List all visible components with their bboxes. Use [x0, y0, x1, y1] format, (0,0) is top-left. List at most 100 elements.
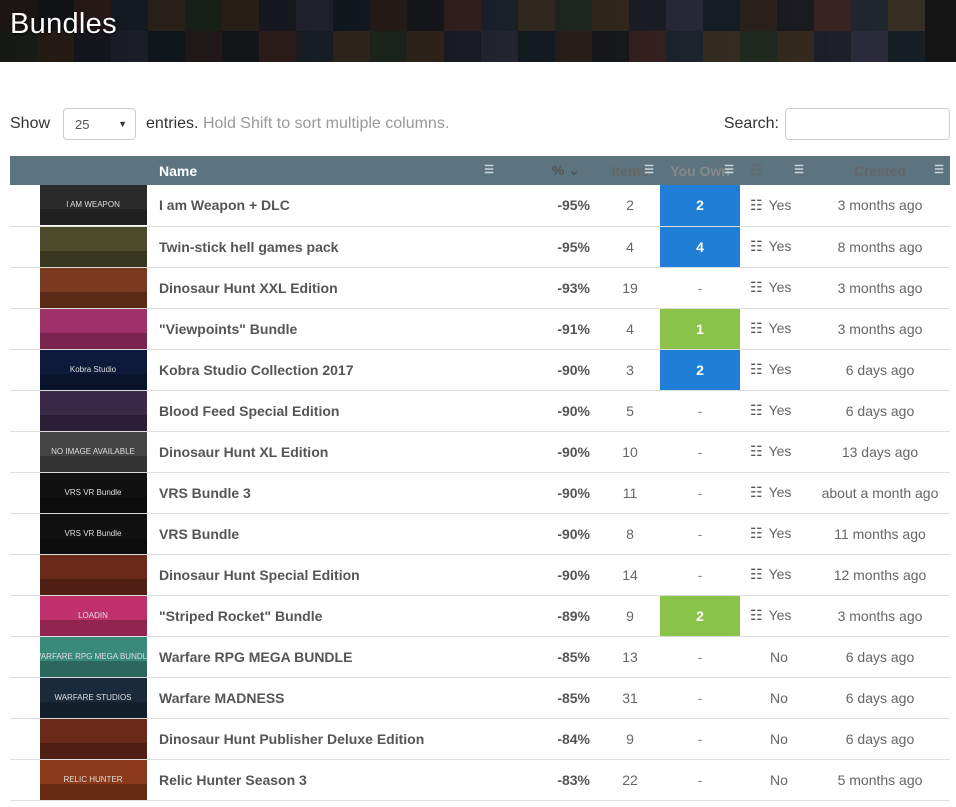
discount-percent: -90% [557, 566, 590, 583]
bundle-name[interactable]: "Viewpoints" Bundle [157, 308, 500, 349]
discount-percent: -95% [557, 197, 590, 214]
thumbnail-cell [10, 226, 157, 267]
owned-count: 4 [660, 226, 740, 267]
bundle-thumbnail[interactable] [40, 718, 147, 759]
bundle-name[interactable]: Dinosaur Hunt Publisher Deluxe Edition [157, 718, 500, 759]
bundle-name[interactable]: Blood Feed Special Edition [157, 390, 500, 431]
bundle-thumbnail[interactable]: VRS VR Bundle [40, 472, 147, 513]
bundle-name[interactable]: Warfare RPG MEGA BUNDLE [157, 636, 500, 677]
created-date: 6 days ago [845, 689, 915, 706]
item-count: 4 [626, 238, 634, 255]
bundle-name[interactable]: Relic Hunter Season 3 [157, 759, 500, 800]
bundle-thumbnail[interactable]: NO IMAGE AVAILABLE [40, 431, 147, 472]
thumbnail-caption: WARFARE STUDIOS [54, 693, 131, 702]
list-icon: ☷ [750, 402, 763, 418]
thumbnail-caption: I AM WEAPON [66, 200, 120, 209]
table-row[interactable]: I AM WEAPON I am Weapon + DLC -95% 2 2 ☷ Yes 3 … [10, 185, 950, 226]
table-row[interactable]: WARFARE STUDIOS Warfare MADNESS -85% 31 - No 6… [10, 677, 950, 718]
header-wishlist[interactable]: ☷ ☰ [740, 156, 810, 185]
table-row[interactable]: LOADIN "Striped Rocket" Bundle -89% 9 2 ☷ Yes 3… [10, 595, 950, 636]
bundle-thumbnail[interactable]: Kobra Studio [40, 349, 147, 390]
bundle-name[interactable]: VRS Bundle 3 [157, 472, 500, 513]
column-menu-icon: ☰ [724, 164, 734, 176]
table-row[interactable]: Dinosaur Hunt Special Edition -90% 14 - ☷ Yes… [10, 554, 950, 595]
page-title: Bundles [10, 8, 117, 40]
created-date: about a month ago [821, 484, 939, 501]
discount-percent: -90% [557, 361, 590, 378]
item-count: 10 [622, 443, 638, 460]
page-size-select[interactable]: 25 ▼ [63, 108, 137, 140]
bundle-thumbnail[interactable]: VRS VR Bundle [40, 513, 147, 554]
created-date: 6 days ago [845, 730, 915, 747]
header-image [10, 156, 157, 185]
bundle-thumbnail[interactable] [40, 267, 147, 308]
bundle-name[interactable]: Twin-stick hell games pack [157, 226, 500, 267]
created-date: 6 days ago [845, 648, 915, 665]
table-row[interactable]: Kobra Studio Kobra Studio Collection 2017… [10, 349, 950, 390]
bundle-thumbnail[interactable] [40, 554, 147, 595]
discount-percent: -90% [557, 443, 590, 460]
table-row[interactable]: VRS VR Bundle VRS Bundle -90% 8 - ☷ Yes 11 mont… [10, 513, 950, 554]
table-row[interactable]: Blood Feed Special Edition -90% 5 - ☷ Yes 6 da… [10, 390, 950, 431]
wishlist-value: Yes [768, 279, 792, 295]
item-count: 11 [622, 484, 638, 501]
table-row[interactable]: VRS VR Bundle VRS Bundle 3 -90% 11 - ☷ Yes abou… [10, 472, 950, 513]
bundle-thumbnail[interactable] [40, 308, 147, 349]
chevron-down-icon: ▼ [118, 119, 128, 129]
bundle-thumbnail[interactable]: WARFARE STUDIOS [40, 677, 147, 718]
bundle-name[interactable]: Dinosaur Hunt Special Edition [157, 554, 500, 595]
thumbnail-cell: RELIC HUNTER [10, 759, 157, 800]
table-row[interactable]: NO IMAGE AVAILABLE Dinosaur Hunt XL Editi… [10, 431, 950, 472]
discount-percent: -91% [557, 320, 590, 337]
thumbnail-cell: NO IMAGE AVAILABLE [10, 431, 157, 472]
wishlist-value: Yes [768, 484, 792, 500]
header-you-own[interactable]: You Own ☰ [660, 156, 740, 185]
wishlist-value: Yes [768, 238, 792, 254]
bundle-name[interactable]: "Striped Rocket" Bundle [157, 595, 500, 636]
list-icon: ☷ [750, 320, 763, 336]
bundle-name[interactable]: Dinosaur Hunt XL Edition [157, 431, 500, 472]
sort-desc-icon: ⌄ [568, 162, 580, 178]
table-row[interactable]: Twin-stick hell games pack -95% 4 4 ☷ Yes 8 mo… [10, 226, 950, 267]
owned-count: - [697, 443, 703, 460]
column-menu-icon: ☰ [484, 164, 494, 176]
item-count: 19 [622, 279, 638, 296]
thumbnail-caption: WARFARE RPG MEGA BUNDLE [40, 652, 147, 661]
table-row[interactable]: "Viewpoints" Bundle -91% 4 1 ☷ Yes 3 months ag… [10, 308, 950, 349]
bundle-thumbnail[interactable] [40, 390, 147, 431]
table-row[interactable]: Dinosaur Hunt XXL Edition -93% 19 - ☷ Yes 3 mo… [10, 267, 950, 308]
header-percent[interactable]: % ⌄ [500, 156, 600, 185]
bundle-name[interactable]: Kobra Studio Collection 2017 [157, 349, 500, 390]
thumbnail-cell [10, 308, 157, 349]
owned-count: - [697, 730, 703, 747]
wishlist-cell: ☷ Yes [740, 267, 810, 308]
header-items[interactable]: Items ☰ [600, 156, 660, 185]
bundle-name[interactable]: VRS Bundle [157, 513, 500, 554]
list-icon: ☷ [750, 361, 763, 377]
bundle-thumbnail[interactable] [40, 226, 147, 267]
thumbnail-cell [10, 390, 157, 431]
discount-percent: -85% [557, 689, 590, 706]
bundle-name[interactable]: Warfare MADNESS [157, 677, 500, 718]
header-name[interactable]: Name ☰ [157, 156, 500, 185]
table-row[interactable]: Dinosaur Hunt Publisher Deluxe Edition -8… [10, 718, 950, 759]
table-row[interactable]: RELIC HUNTER Relic Hunter Season 3 -83% 22 -… [10, 759, 950, 800]
bundle-thumbnail[interactable]: LOADIN [40, 595, 147, 636]
wishlist-value: Yes [768, 361, 792, 377]
bundle-name[interactable]: I am Weapon + DLC [157, 185, 500, 226]
owned-count: - [697, 402, 703, 419]
item-count: 22 [622, 771, 638, 788]
bundle-thumbnail[interactable]: RELIC HUNTER [40, 759, 147, 800]
item-count: 8 [626, 525, 634, 542]
thumbnail-caption: RELIC HUNTER [63, 775, 122, 784]
header-created[interactable]: Created ☰ [810, 156, 950, 185]
bundle-name[interactable]: Dinosaur Hunt XXL Edition [157, 267, 500, 308]
table-row[interactable]: WARFARE RPG MEGA BUNDLE Warfare RPG MEGA … [10, 636, 950, 677]
search-input[interactable] [785, 108, 950, 140]
bundle-thumbnail[interactable]: I AM WEAPON [40, 185, 147, 226]
bundle-thumbnail[interactable]: WARFARE RPG MEGA BUNDLE [40, 636, 147, 677]
list-icon: ☷ [750, 279, 763, 295]
wishlist-value: Yes [768, 196, 792, 213]
thumbnail-caption: NO IMAGE AVAILABLE [51, 447, 135, 456]
wishlist-cell: No [740, 636, 810, 677]
